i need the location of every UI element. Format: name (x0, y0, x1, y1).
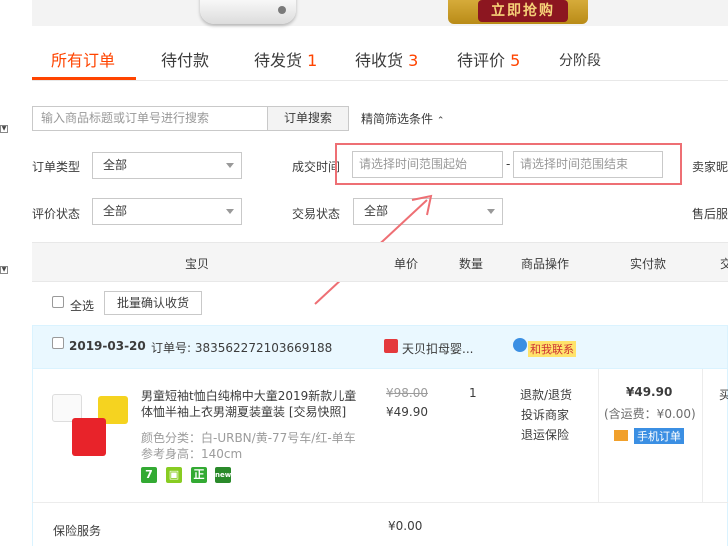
android-mobile-icon: ▣ (166, 467, 182, 483)
tmall-shop-icon (384, 339, 398, 353)
complain-seller-link[interactable]: 投诉商家 (521, 406, 569, 423)
deal-time-label: 成交时间 (292, 160, 341, 174)
dropdown-arrow-icon (226, 209, 234, 214)
order-date: 2019-03-20 (69, 339, 146, 353)
product-thumbnail[interactable] (52, 394, 130, 462)
unit-price: ¥49.90 (386, 405, 428, 419)
column-item-operations: 商品操作 (521, 257, 570, 271)
original-price: ¥98.00 (386, 386, 428, 400)
order-type-label: 订单类型 (32, 160, 81, 174)
order-type-select[interactable]: 全部 (92, 152, 242, 179)
column-paid: 实付款 (630, 257, 667, 271)
order-table-header (32, 242, 728, 282)
product-spec: 颜色分类：白-URBN/黄-77号车/红-单车 (141, 431, 356, 445)
tab-active-indicator (32, 77, 136, 80)
divider (598, 369, 599, 502)
tab-all-orders[interactable]: 所有订单 (51, 49, 115, 73)
tab-pending-payment[interactable]: 待付款 (161, 49, 209, 73)
column-unit-price: 单价 (394, 257, 419, 271)
order-number: 订单号: 383562272103669188 (151, 341, 333, 355)
refund-return-link[interactable]: 退款/退货 (520, 386, 572, 403)
order-body (32, 369, 728, 546)
seven-day-return-icon: 7 (141, 467, 157, 483)
tab-pending-review[interactable]: 待评价 5 (457, 49, 520, 73)
review-status-label: 评价状态 (32, 207, 81, 221)
tab-pending-shipment[interactable]: 待发货 1 (254, 49, 317, 73)
divider (702, 369, 703, 502)
dropdown-arrow-icon (487, 209, 495, 214)
shipping-included: (含运费：¥0.00) (604, 407, 696, 421)
return-shipping-insurance-link[interactable]: 退运保险 (521, 426, 569, 443)
trade-status-partial: 买 (719, 388, 728, 402)
annotation-highlight-box (335, 143, 682, 185)
select-all-checkbox[interactable] (52, 296, 64, 308)
paid-amount: ¥49.90 (626, 385, 673, 399)
tab-divider (32, 80, 728, 81)
buy-now-button[interactable]: 立即抢购 (478, 0, 568, 22)
card-icon (614, 430, 628, 441)
order-search-input[interactable]: 输入商品标题或订单号进行搜索 (32, 106, 268, 131)
divider (32, 502, 728, 503)
order-search-button[interactable]: 订单搜索 (267, 106, 349, 131)
mobile-order-badge: 手机订单 (634, 428, 684, 444)
quantity: 1 (469, 386, 477, 400)
collapse-arrow-icon[interactable]: ▼ (0, 125, 8, 133)
column-trade-status: 交 (720, 257, 728, 271)
product-reference-height: 参考身高：140cm (141, 447, 243, 461)
after-sale-label: 售后服 (692, 207, 728, 221)
order-checkbox[interactable] (52, 337, 64, 349)
tab-installment[interactable]: 分阶段 (559, 49, 601, 73)
red-shirt-image (72, 418, 106, 456)
insurance-service-label: 保险服务 (53, 524, 102, 538)
collapse-arrow-icon[interactable]: ▼ (0, 266, 8, 274)
new-tag-icon: new (215, 467, 231, 483)
genuine-guarantee-icon: 正 (191, 467, 207, 483)
review-status-select[interactable]: 全部 (92, 198, 242, 225)
shop-name-link[interactable]: 天贝扣母婴... (402, 340, 473, 357)
simplify-filter-toggle[interactable]: 精简筛选条件 ⌃ (361, 110, 444, 127)
column-item: 宝贝 (185, 257, 210, 271)
wangwang-chat-icon (513, 338, 527, 352)
batch-confirm-receipt-button[interactable]: 批量确认收货 (104, 291, 202, 315)
chevron-up-icon: ⌃ (436, 116, 445, 126)
promo-banner[interactable] (32, 0, 728, 26)
tab-pending-receipt[interactable]: 待收货 3 (355, 49, 418, 73)
contact-me-button[interactable]: 和我联系 (528, 341, 576, 357)
insurance-price: ¥0.00 (388, 519, 423, 533)
select-all-label: 全选 (70, 299, 95, 313)
column-quantity: 数量 (459, 257, 484, 271)
product-image-detail (278, 6, 286, 14)
seller-nickname-label: 卖家昵 (692, 160, 728, 174)
dropdown-arrow-icon (226, 163, 234, 168)
product-title-link[interactable]: 男童短袖t恤白纯棉中大童2019新款儿童 体恤半袖上衣男潮夏装童装 [交易快照] (141, 388, 356, 420)
